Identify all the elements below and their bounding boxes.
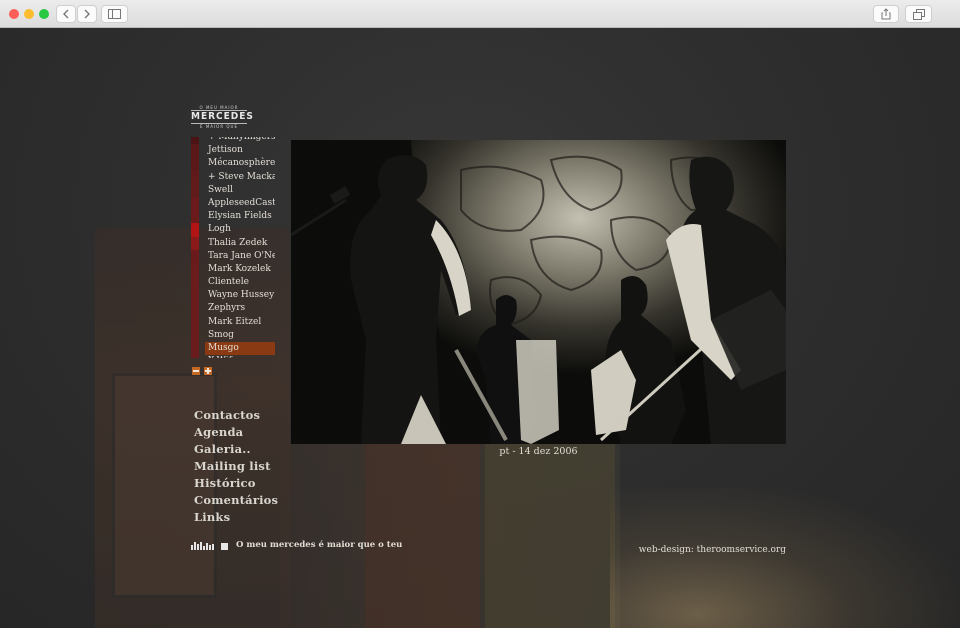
artist-item-marker	[191, 262, 199, 277]
band-photo-image	[291, 140, 786, 444]
tabs-overview-button[interactable]	[905, 5, 932, 23]
photo-caption: pt - 14 dez 2006	[499, 446, 578, 457]
artist-item[interactable]: AppleseedCast	[191, 196, 275, 211]
scroll-up-minus-icon[interactable]	[192, 367, 200, 375]
artist-item[interactable]: Mark Eitzel	[191, 315, 275, 329]
artist-item[interactable]: Zephyrs	[191, 302, 275, 316]
artist-item-label: Wayne Hussey	[208, 290, 275, 301]
web-page: O MEU MAIOR MERCEDES É MAIOR QUE + Manyf…	[0, 28, 960, 628]
web-design-credit[interactable]: web-design: theroomservice.org	[639, 545, 786, 555]
artist-item-marker	[191, 183, 199, 197]
artist-item[interactable]: Wayne Hussey	[191, 289, 275, 303]
back-button[interactable]	[56, 5, 76, 23]
artist-item[interactable]: Clientele	[191, 276, 275, 290]
scroll-down-plus-icon[interactable]	[204, 367, 212, 375]
artist-item[interactable]: Mécanosphère	[191, 157, 275, 171]
artist-item-label: Tara Jane O'Neil	[208, 250, 275, 261]
sidebar-icon	[108, 9, 121, 19]
artist-item-label: + Steve Mackay	[208, 171, 275, 182]
artist-item-label: Clientele	[208, 277, 249, 288]
forward-button[interactable]	[77, 5, 97, 23]
artist-item-label: + Manyfingers	[208, 137, 275, 142]
artist-item-marker	[191, 157, 199, 171]
band-photo[interactable]	[291, 140, 786, 444]
artist-item[interactable]: Musgo	[191, 342, 275, 356]
artist-item-marker	[191, 328, 199, 342]
site-slogan: O meu mercedes é maior que o teu	[236, 540, 403, 550]
artist-item-marker	[191, 223, 199, 237]
artist-item-marker	[191, 249, 199, 263]
equalizer-icon[interactable]	[191, 542, 214, 550]
artist-item-label: Mark Kozelek	[208, 263, 271, 274]
artist-item-label: Musgo	[208, 343, 239, 353]
share-button[interactable]	[873, 5, 899, 23]
background-poster	[485, 443, 615, 628]
site-logo[interactable]: O MEU MAIOR MERCEDES É MAIOR QUE	[191, 105, 254, 131]
artist-item-label: Mark Eitzel	[208, 316, 262, 327]
music-player: O meu mercedes é maior que o teu	[191, 541, 402, 550]
tabs-icon	[912, 8, 925, 20]
artist-item[interactable]: Tara Jane O'Neil	[191, 249, 275, 263]
artist-item[interactable]: + Steve Mackay	[191, 170, 275, 184]
artist-item-label: AppleseedCast	[208, 197, 275, 208]
artist-item-label: Mécanosphère	[208, 158, 275, 169]
artist-item-marker	[191, 137, 199, 145]
sidebar-toggle-button[interactable]	[101, 5, 128, 23]
artist-item[interactable]: Thalia Zedek	[191, 236, 275, 250]
artist-item-marker	[191, 342, 199, 356]
chevron-right-icon	[84, 9, 90, 19]
artist-item-label: Logh	[208, 224, 231, 235]
logo-bottom-text: É MAIOR QUE	[200, 124, 238, 129]
artist-item-label: Elysian Fields	[208, 211, 272, 222]
artist-list[interactable]: + Manyfingers Jettison Mécanosphère + Steve…	[191, 137, 275, 358]
nav-galeria[interactable]: Galeria..	[194, 441, 278, 458]
artist-item-marker	[191, 196, 199, 211]
artist-item-marker	[191, 170, 199, 184]
minimize-window-button[interactable]	[24, 9, 34, 19]
nav-mailing-list[interactable]: Mailing list	[194, 458, 278, 475]
artist-item[interactable]: Smog	[191, 328, 275, 342]
artist-item[interactable]: + Manyfingers	[191, 137, 275, 145]
share-icon	[881, 8, 891, 20]
artist-item-label: Zephyrs	[208, 303, 246, 314]
zoom-window-button[interactable]	[39, 9, 49, 19]
artist-item-marker	[191, 276, 199, 290]
nav-agenda[interactable]: Agenda	[194, 424, 278, 441]
artist-item[interactable]: Mark Kozelek	[191, 262, 275, 277]
artist-item-marker	[191, 210, 199, 224]
artist-item-marker	[191, 144, 199, 158]
artist-item-marker	[191, 315, 199, 329]
artist-item-label: Swell	[208, 184, 233, 195]
artist-list-scroll-controls	[192, 367, 212, 375]
artist-item[interactable]: Jettison	[191, 144, 275, 158]
stop-icon[interactable]	[221, 543, 228, 550]
main-navigation: Contactos Agenda Galeria.. Mailing list …	[194, 407, 278, 526]
nav-comentarios[interactable]: Comentários	[194, 492, 278, 509]
browser-toolbar	[0, 0, 960, 28]
artist-item-label: Smog	[208, 329, 234, 340]
artist-item-marker	[191, 289, 199, 303]
artist-item-marker	[191, 236, 199, 250]
close-window-button[interactable]	[9, 9, 19, 19]
artist-item-label: X-Wife	[208, 356, 237, 358]
artist-item[interactable]: Elysian Fields	[191, 210, 275, 224]
chevron-left-icon	[63, 9, 69, 19]
nav-historico[interactable]: Histórico	[194, 475, 278, 492]
artist-item-marker	[191, 355, 199, 358]
nav-contactos[interactable]: Contactos	[194, 407, 278, 424]
background-poster	[365, 443, 480, 628]
artist-item[interactable]: Logh	[191, 223, 275, 237]
artist-item-marker	[191, 302, 199, 316]
artist-item[interactable]: Swell	[191, 183, 275, 197]
background-lamp-glow	[610, 488, 960, 628]
artist-item-label: Thalia Zedek	[208, 237, 268, 248]
logo-name: MERCEDES	[191, 110, 254, 124]
artist-item[interactable]: X-Wife	[191, 355, 275, 358]
artist-item-label: Jettison	[208, 145, 243, 156]
nav-links[interactable]: Links	[194, 509, 278, 526]
